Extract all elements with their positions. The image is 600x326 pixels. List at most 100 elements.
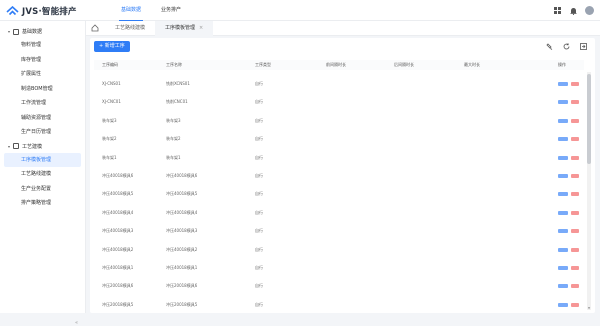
scrollbar-thumb[interactable] [587, 74, 591, 164]
cell-name: 冲压40018模具3 [166, 228, 198, 234]
sidebar-item-scheduling-strategy[interactable]: 排产策略管理 [0, 196, 85, 211]
cell-type: 自行 [255, 136, 263, 142]
app-title: JVS·智能排产 [22, 7, 77, 17]
delete-link[interactable] [571, 247, 579, 252]
delete-link[interactable] [571, 302, 579, 307]
delete-link[interactable] [571, 118, 579, 123]
cell-code: 冲压40018模具2 [102, 246, 134, 252]
edit-link[interactable] [558, 82, 568, 86]
edit-link[interactable] [558, 137, 568, 142]
sidebar-item-inventory[interactable]: 库存管理 [0, 53, 85, 68]
home-icon[interactable] [91, 24, 99, 32]
sidebar-item-manufacturing-bom[interactable]: 制造BOM管理 [0, 82, 85, 97]
column-header-actions: 操作 [558, 62, 566, 67]
edit-link[interactable] [558, 174, 568, 178]
delete-link[interactable] [571, 82, 579, 86]
table-row: 冲压40018模具4 冲压40018模具4 自行 [94, 208, 584, 218]
cell-type: 自行 [255, 265, 263, 270]
sidebar-item-material[interactable]: 物料管理 [0, 38, 85, 53]
edit-link[interactable] [558, 118, 568, 123]
main-panel: + 新增工序 工序编码 工序名称 工序类型 前间隔时长 后间隔时长 最大时长 操… [90, 38, 595, 313]
refresh-icon[interactable] [562, 42, 570, 50]
cell-code: 冲压20018模具5 [102, 301, 134, 307]
app-logo[interactable]: JVS·智能排产 [6, 5, 77, 17]
delete-link[interactable] [571, 192, 579, 197]
cell-code: 冲压40018模具5 [102, 191, 134, 197]
close-icon[interactable]: × [199, 25, 203, 31]
cell-name: 冲压20018模具6 [166, 283, 198, 289]
cell-code: 装车架1 [102, 154, 117, 160]
cell-name: 铣削CNC01 [166, 99, 188, 105]
export-icon[interactable] [579, 42, 587, 50]
edit-link[interactable] [558, 155, 568, 160]
sidebar-item-production-calendar[interactable]: 生产日历管理 [0, 125, 85, 140]
sidebar-item-production-config[interactable]: 生产业务配置 [0, 182, 85, 197]
edit-link[interactable] [558, 247, 568, 252]
tab-routing-modeling[interactable]: 工艺路线建模 [105, 21, 155, 36]
edit-link[interactable] [558, 210, 568, 215]
table-row: 冲压40018模具3 冲压40018模具3 自行 [94, 226, 584, 236]
tab-operation-template[interactable]: 工序模板管理 × [155, 20, 214, 36]
edit-link[interactable] [558, 192, 568, 197]
cell-code: 装车架3 [102, 117, 117, 123]
delete-link[interactable] [571, 100, 579, 105]
scroll-down-icon[interactable]: ▼ [587, 306, 591, 311]
cell-type: 自行 [255, 99, 263, 105]
delete-link[interactable] [571, 155, 579, 160]
sidebar-item-routing-modeling[interactable]: 工艺路线建模 [0, 167, 85, 182]
edit-link[interactable] [558, 302, 568, 307]
edit-link[interactable] [558, 100, 568, 105]
cell-type: 自行 [255, 117, 263, 123]
cell-name: 冲压40018模具2 [166, 246, 198, 252]
cell-type: 自行 [255, 228, 263, 234]
table-row: 装车架3 装车架3 自行 [94, 116, 584, 126]
topnav-item-business-scheduling[interactable]: 业务排产 [151, 0, 191, 21]
grid-icon[interactable] [553, 6, 562, 15]
table-row: 冲压20018模具5 冲压20018模具5 自行 [94, 300, 584, 310]
cell-type: 自行 [255, 191, 263, 197]
sidebar-item-work-center[interactable]: 工作流管理 [0, 96, 85, 111]
cell-code: 冲压40018模具6 [102, 173, 134, 178]
column-header-type: 工序类型 [255, 62, 271, 67]
cell-name: 冲压40018模具6 [166, 173, 198, 178]
sidebar-group-basic-data[interactable]: ▾ 基础数据 [0, 25, 85, 38]
cell-code: 冲压40018模具3 [102, 228, 134, 234]
cell-name: 装车架2 [166, 136, 181, 142]
avatar[interactable] [585, 6, 594, 15]
delete-link[interactable] [571, 174, 579, 178]
delete-link[interactable] [571, 229, 579, 234]
cell-code: XJ-CNC01 [102, 99, 121, 105]
database-icon [13, 28, 20, 35]
table-row: 冲压40018模具6 冲压40018模具6 自行 [94, 171, 584, 181]
bell-icon[interactable] [569, 6, 578, 15]
caret-down-icon: ▾ [8, 143, 11, 149]
edit-link[interactable] [558, 266, 568, 270]
delete-link[interactable] [571, 266, 579, 270]
cell-code: 装车架2 [102, 136, 117, 142]
cell-type: 自行 [255, 246, 263, 252]
process-icon [13, 143, 20, 149]
tab-label: 工序模板管理 [165, 24, 196, 31]
add-operation-button[interactable]: + 新增工序 [94, 41, 130, 52]
cell-code: XJ-CNS01 [102, 81, 121, 86]
tab-label: 工艺路线建模 [115, 24, 146, 31]
sidebar-group-process-modeling[interactable]: ▾ 工艺建模 [0, 140, 85, 153]
edit-link[interactable] [558, 229, 568, 234]
sidebar-item-extended-attributes[interactable]: 扩展属性 [0, 67, 85, 82]
cell-name: 冲压40018模具1 [166, 265, 198, 270]
edit-link[interactable] [558, 284, 568, 289]
column-header-pre-interval: 前间隔时长 [326, 62, 346, 67]
delete-link[interactable] [571, 137, 579, 142]
sidebar: ▾ 基础数据 物料管理 库存管理 扩展属性 制造BOM管理 工作流管理 辅助资源… [0, 21, 86, 326]
sidebar-group-label: 工艺建模 [22, 143, 43, 150]
collapse-sidebar-icon[interactable]: « [75, 320, 78, 326]
table-tools [536, 42, 587, 50]
tool-settings-icon[interactable] [545, 42, 553, 50]
cell-type: 自行 [255, 301, 263, 307]
delete-link[interactable] [571, 210, 579, 215]
sidebar-item-auxiliary-resources[interactable]: 辅助资源管理 [0, 111, 85, 126]
top-bar: JVS·智能排产 基础数据 业务排产 [0, 0, 600, 21]
sidebar-item-operation-template[interactable]: 工序模板管理 [4, 152, 81, 167]
delete-link[interactable] [571, 284, 579, 289]
topnav-item-basic-data[interactable]: 基础数据 [111, 0, 151, 21]
